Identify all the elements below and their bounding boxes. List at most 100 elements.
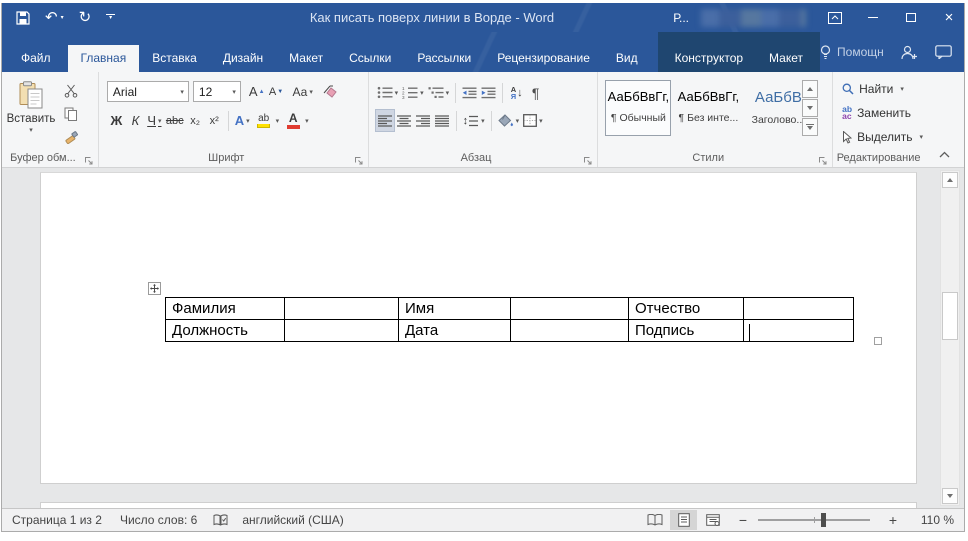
table-move-handle[interactable] — [148, 282, 161, 295]
account-name[interactable]: Р... — [673, 11, 689, 25]
numbering-button[interactable]: 1 2 3 — [400, 81, 426, 104]
text-effects-button[interactable]: А — [233, 109, 252, 132]
grow-font-button[interactable]: А ▲ — [247, 80, 267, 103]
style-no-spacing[interactable]: АаБбВвГг, ¶ Без инте... — [675, 80, 741, 136]
tab-design[interactable]: Дизайн — [210, 45, 276, 72]
strikethrough-button[interactable]: abc — [164, 109, 186, 132]
superscript-button[interactable]: x² — [205, 109, 224, 132]
page-indicator[interactable]: Страница 1 из 2 — [12, 513, 102, 527]
subscript-button[interactable]: x₂ — [186, 109, 205, 132]
styles-dialog-launcher[interactable] — [818, 153, 828, 165]
bold-button[interactable]: Ж — [107, 109, 126, 132]
word-count[interactable]: Число слов: 6 — [120, 513, 197, 527]
web-layout-button[interactable] — [699, 510, 726, 530]
table-cell-date[interactable]: Дата — [398, 319, 511, 342]
language-indicator[interactable]: английский (США) — [242, 513, 343, 527]
collapse-ribbon-button[interactable] — [939, 151, 950, 161]
table-cell[interactable] — [743, 319, 854, 342]
increase-indent-button[interactable] — [479, 81, 498, 104]
shading-button[interactable] — [496, 109, 522, 132]
scroll-down-button[interactable] — [942, 488, 958, 504]
tab-home[interactable]: Главная — [67, 45, 140, 72]
table-resize-handle[interactable] — [874, 337, 882, 345]
table-cell-lastname[interactable]: Фамилия — [165, 297, 285, 320]
underline-button[interactable]: Ч — [145, 109, 164, 132]
styles-more-button[interactable] — [802, 118, 819, 136]
table-cell[interactable] — [743, 297, 854, 320]
undo-button[interactable]: ↶ — [45, 10, 64, 25]
maximize-button[interactable] — [896, 3, 926, 32]
clear-formatting-button[interactable] — [321, 80, 340, 103]
format-painter-button[interactable] — [58, 127, 84, 147]
scroll-up-button[interactable] — [942, 172, 958, 188]
show-hide-marks-button[interactable]: ¶ — [526, 81, 545, 104]
print-layout-button[interactable] — [670, 510, 697, 530]
document-page[interactable]: Фамилия Имя Отчество Должность Дата Подп… — [40, 172, 917, 484]
tell-me-button[interactable]: Помощн — [820, 44, 884, 60]
paste-button[interactable]: Вставить — [7, 78, 55, 156]
share-button[interactable] — [901, 45, 918, 60]
customize-qat-button[interactable] — [106, 14, 116, 21]
table-cell[interactable] — [510, 297, 629, 320]
copy-button[interactable] — [58, 104, 84, 124]
styles-scroll-down-button[interactable] — [802, 99, 819, 117]
multilevel-list-button[interactable] — [426, 81, 452, 104]
document-table[interactable]: Фамилия Имя Отчество Должность Дата Подп… — [165, 297, 854, 342]
shrink-font-button[interactable]: А ▼ — [267, 80, 286, 103]
cut-button[interactable] — [58, 81, 84, 101]
zoom-slider[interactable] — [758, 513, 870, 527]
tab-layout[interactable]: Макет — [276, 45, 336, 72]
paragraph-dialog-launcher[interactable] — [583, 153, 593, 165]
highlight-color-button[interactable]: ab — [252, 109, 282, 132]
table-cell-patronymic[interactable]: Отчество — [628, 297, 744, 320]
styles-scroll-up-button[interactable] — [802, 80, 819, 98]
style-normal[interactable]: АаБбВвГг, ¶ Обычный — [605, 80, 672, 136]
save-button[interactable] — [16, 10, 30, 25]
font-size-select[interactable]: 12 — [192, 81, 241, 102]
tab-mailings[interactable]: Рассылки — [404, 45, 484, 72]
feedback-button[interactable] — [934, 45, 952, 59]
font-color-button[interactable]: А — [281, 109, 311, 132]
decrease-indent-button[interactable] — [460, 81, 479, 104]
tab-view[interactable]: Вид — [603, 45, 651, 72]
zoom-out-button[interactable]: − — [734, 512, 752, 528]
align-left-button[interactable] — [374, 109, 395, 132]
find-button[interactable]: Найти — [842, 82, 904, 96]
tab-table-design[interactable]: Конструктор — [662, 45, 756, 72]
redo-button[interactable]: ↻ — [79, 10, 92, 25]
line-spacing-button[interactable]: ↕ — [461, 109, 487, 132]
table-cell-signature[interactable]: Подпись — [628, 319, 744, 342]
close-button[interactable]: × — [934, 3, 964, 32]
read-mode-button[interactable] — [641, 510, 668, 530]
proofing-status-button[interactable] — [213, 513, 228, 527]
account-name-redacted[interactable] — [701, 8, 806, 27]
align-center-button[interactable] — [395, 109, 414, 132]
zoom-level[interactable]: 110 % — [908, 513, 954, 527]
font-family-select[interactable]: Arial — [106, 81, 189, 102]
table-cell[interactable] — [284, 319, 399, 342]
replace-button[interactable]: ab ac Заменить — [842, 105, 911, 121]
ribbon-display-options-button[interactable] — [820, 3, 850, 32]
zoom-in-button[interactable]: + — [884, 512, 902, 528]
table-cell-firstname[interactable]: Имя — [398, 297, 511, 320]
change-case-button[interactable]: Аа — [291, 80, 315, 103]
italic-button[interactable]: К — [126, 109, 145, 132]
scrollbar-thumb[interactable] — [942, 292, 958, 340]
select-button[interactable]: Выделить — [842, 130, 923, 144]
clipboard-dialog-launcher[interactable] — [84, 153, 94, 165]
vertical-scrollbar[interactable] — [940, 170, 960, 506]
table-cell[interactable] — [284, 297, 399, 320]
tab-table-layout[interactable]: Макет — [756, 45, 816, 72]
font-dialog-launcher[interactable] — [354, 153, 364, 165]
table-cell-position[interactable]: Должность — [165, 319, 285, 342]
tab-file[interactable]: Файл — [4, 45, 68, 72]
tab-references[interactable]: Ссылки — [336, 45, 404, 72]
minimize-button[interactable] — [858, 3, 888, 32]
next-page-top-edge[interactable] — [40, 502, 917, 508]
sort-button[interactable]: АЯ ↓ — [507, 81, 526, 104]
borders-button[interactable] — [521, 109, 545, 132]
justify-button[interactable] — [433, 109, 452, 132]
align-right-button[interactable] — [414, 109, 433, 132]
bullets-button[interactable] — [375, 81, 401, 104]
table-cell[interactable] — [510, 319, 629, 342]
